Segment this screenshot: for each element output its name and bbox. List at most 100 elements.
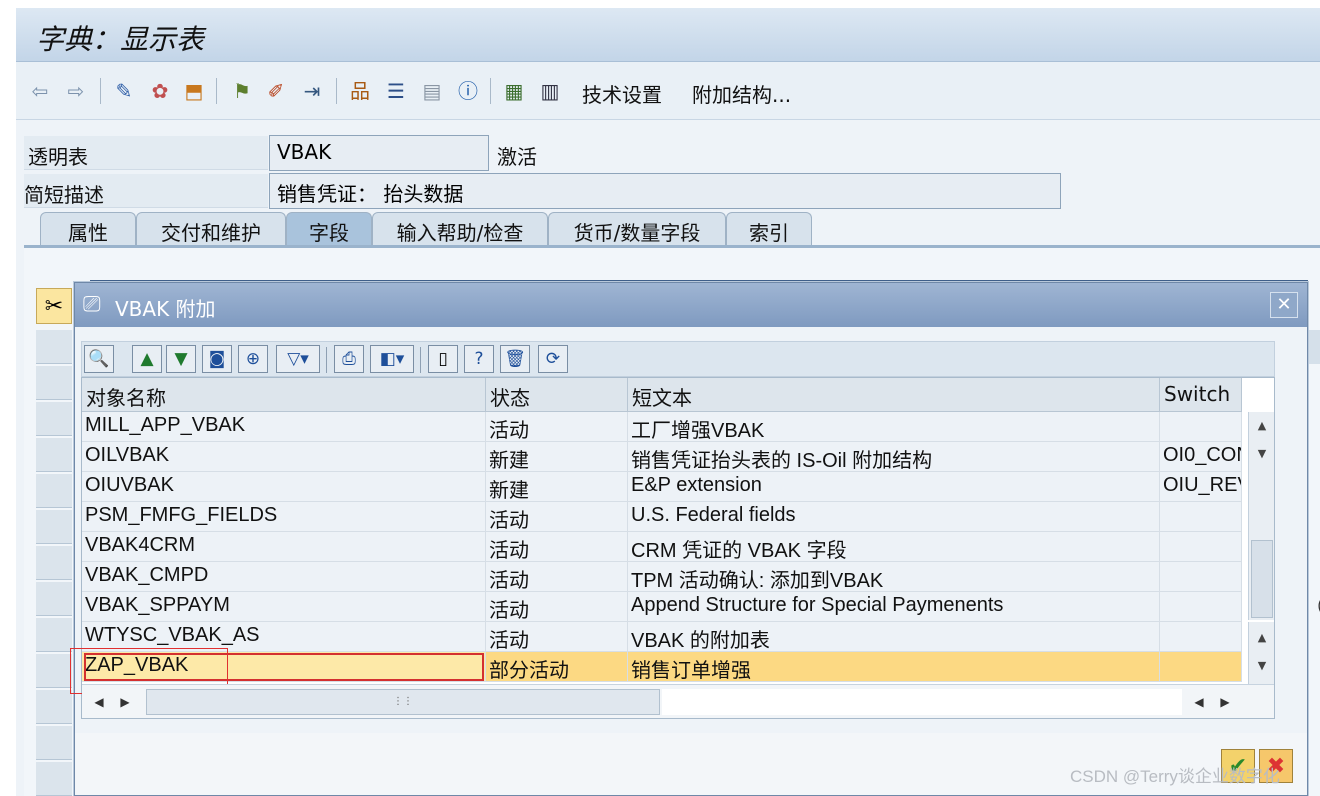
- scroll-down-icon[interactable]: ▼: [1251, 442, 1273, 466]
- technical-settings-button[interactable]: 技术设置: [582, 79, 662, 108]
- toolbar-separator: [336, 78, 337, 104]
- dialog-toolbar: 🔍 ▲ ▼ ◙ ⊕ ▽▾ ⎙ ◧▾ ▯ ? 🗑 ⟳: [81, 341, 1275, 377]
- cell-switch: [1160, 562, 1242, 592]
- print-icon[interactable]: ⎙: [334, 345, 364, 373]
- cut-icon[interactable]: ✂: [36, 288, 72, 324]
- page-down-icon[interactable]: ▼: [1251, 654, 1273, 678]
- background-row: [36, 366, 72, 400]
- background-row: [36, 726, 72, 760]
- list-icon[interactable]: ☰: [382, 77, 410, 105]
- append-structures-button[interactable]: 附加结构...: [692, 79, 791, 108]
- forward-arrow-icon[interactable]: ⇨: [62, 77, 90, 105]
- tab-delivery-maintenance[interactable]: 交付和维护: [136, 212, 286, 246]
- background-row: [36, 690, 72, 724]
- activate-icon[interactable]: ⬒: [180, 77, 208, 105]
- sort-descending-icon[interactable]: ▼: [166, 345, 196, 373]
- cell-object-name: MILL_APP_VBAK: [82, 412, 486, 442]
- cell-object-name: VBAK4CRM: [82, 532, 486, 562]
- table-row[interactable]: WTYSC_VBAK_AS 活动 VBAK 的附加表: [82, 622, 1242, 652]
- horizontal-scrollbar[interactable]: ◀ ▶ ⋮⋮ ◀ ▶: [82, 684, 1274, 718]
- toolbar-separator: [100, 78, 101, 104]
- sort-ascending-icon[interactable]: ▲: [132, 345, 162, 373]
- scroll-left-end-icon[interactable]: ◀: [1188, 691, 1210, 713]
- table-name-field[interactable]: VBAK: [269, 135, 489, 171]
- table-row[interactable]: MILL_APP_VBAK 活动 工厂增强VBAK: [82, 412, 1242, 442]
- delete-icon[interactable]: 🗑: [500, 345, 530, 373]
- grid-icon[interactable]: ▥: [536, 77, 564, 105]
- background-row: [36, 618, 72, 652]
- cell-switch: [1160, 502, 1242, 532]
- dialog-title-bar: ⎚ VBAK 附加 ✕: [75, 283, 1307, 327]
- background-row: [36, 330, 72, 364]
- cell-short-text: Append Structure for Special Paymenents: [628, 592, 1160, 622]
- cell-object-name: OIUVBAK: [82, 472, 486, 502]
- help-icon[interactable]: ?: [464, 345, 494, 373]
- details-icon[interactable]: 🔍: [84, 345, 114, 373]
- back-arrow-icon[interactable]: ⇦: [26, 77, 54, 105]
- tab-fields[interactable]: 字段: [286, 212, 372, 246]
- table-row[interactable]: PSM_FMFG_FIELDS 活动 U.S. Federal fields: [82, 502, 1242, 532]
- short-description-label: 简短描述: [24, 183, 104, 207]
- scroll-up-icon[interactable]: ▲: [1251, 414, 1273, 438]
- scroll-left-icon[interactable]: ◀: [88, 691, 110, 713]
- edit-display-toggle-icon[interactable]: ✎: [110, 77, 138, 105]
- table-row-selected[interactable]: ZAP_VBAK 部分活动 销售订单增强: [70, 648, 1242, 694]
- find-icon[interactable]: ◙: [202, 345, 232, 373]
- where-used-icon[interactable]: ⚑: [228, 77, 256, 105]
- cell-status: 活动: [486, 502, 628, 532]
- page-title: 字典：显示表: [36, 23, 205, 56]
- column-header-status[interactable]: 状态: [486, 378, 628, 412]
- append-structures-table: 对象名称 状态 短文本 Switch MILL_APP_VBAK 活动 工厂增强…: [70, 377, 1275, 719]
- close-icon[interactable]: ✕: [1270, 292, 1298, 318]
- toolbar-separator: [420, 347, 421, 373]
- tab-currency-quantity-fields[interactable]: 货币/数量字段: [548, 212, 726, 246]
- cell-short-text: CRM 凭证的 VBAK 字段: [628, 532, 1160, 562]
- background-row: [36, 654, 72, 688]
- tab-indexes[interactable]: 索引: [726, 212, 812, 246]
- table-row[interactable]: VBAK_SPPAYM 活动 Append Structure for Spec…: [82, 592, 1242, 622]
- cell-status: 新建: [486, 442, 628, 472]
- vertical-scrollbar[interactable]: ▲ ▼: [1248, 412, 1274, 620]
- append-structures-dialog: ⎚ VBAK 附加 ✕ 🔍 ▲ ▼ ◙ ⊕ ▽▾ ⎙ ◧▾ ▯ ? 🗑 ⟳ 对象…: [70, 282, 1308, 796]
- page-up-icon[interactable]: ▲: [1251, 626, 1273, 650]
- cell-status: 活动: [486, 412, 628, 442]
- layout-icon[interactable]: ▦: [500, 77, 528, 105]
- column-header-object-name[interactable]: 对象名称: [82, 378, 486, 412]
- cell-short-text: TPM 活动确认: 添加到VBAK: [628, 562, 1160, 592]
- check-icon[interactable]: ✿: [146, 77, 174, 105]
- cell-short-text: 工厂增强VBAK: [628, 412, 1160, 442]
- cell-status: 活动: [486, 532, 628, 562]
- column-header-switch[interactable]: Switch: [1160, 378, 1242, 412]
- scroll-right-icon[interactable]: ▶: [114, 691, 136, 713]
- horizontal-scrollbar-track[interactable]: [662, 689, 1182, 715]
- table-row[interactable]: VBAK_CMPD 活动 TPM 活动确认: 添加到VBAK: [82, 562, 1242, 592]
- table-row[interactable]: VBAK4CRM 活动 CRM 凭证的 VBAK 字段: [82, 532, 1242, 562]
- background-column-header: [1306, 330, 1320, 364]
- object-navigator-icon[interactable]: ✐: [262, 77, 290, 105]
- tab-input-help-check[interactable]: 输入帮助/检查: [372, 212, 548, 246]
- column-header-short-text[interactable]: 短文本: [628, 378, 1160, 412]
- scrollbar-thumb[interactable]: [1251, 540, 1273, 618]
- vertical-scrollbar-lower[interactable]: ▲ ▼: [1248, 622, 1274, 684]
- tab-attributes[interactable]: 属性: [40, 212, 136, 246]
- table-row[interactable]: OIUVBAK 新建 E&P extension OIU_REV: [82, 472, 1242, 502]
- table-icon[interactable]: ▤: [418, 77, 446, 105]
- scroll-right-end-icon[interactable]: ▶: [1214, 691, 1236, 713]
- cell-short-text: VBAK 的附加表: [628, 622, 1160, 652]
- horizontal-scrollbar-thumb[interactable]: ⋮⋮: [146, 689, 660, 715]
- transport-icon[interactable]: ⇥: [298, 77, 326, 105]
- refresh-icon[interactable]: ⟳: [538, 345, 568, 373]
- new-document-icon[interactable]: ▯: [428, 345, 458, 373]
- filter-icon[interactable]: ▽▾: [276, 345, 320, 373]
- hierarchy-icon[interactable]: 品: [346, 77, 374, 105]
- background-text-fragment: （: [1306, 593, 1320, 619]
- short-description-field[interactable]: 销售凭证： 抬头数据: [269, 173, 1061, 209]
- info-icon[interactable]: ⓘ: [454, 77, 482, 105]
- cell-status: 部分活动: [486, 652, 628, 682]
- view-icon[interactable]: ◧▾: [370, 345, 414, 373]
- cell-switch: [1160, 622, 1242, 652]
- table-row[interactable]: OILVBAK 新建 销售凭证抬头表的 IS-Oil 附加结构 OI0_CON: [82, 442, 1242, 472]
- cell-object-name: WTYSC_VBAK_AS: [82, 622, 486, 652]
- background-row: [36, 510, 72, 544]
- find-next-icon[interactable]: ⊕: [238, 345, 268, 373]
